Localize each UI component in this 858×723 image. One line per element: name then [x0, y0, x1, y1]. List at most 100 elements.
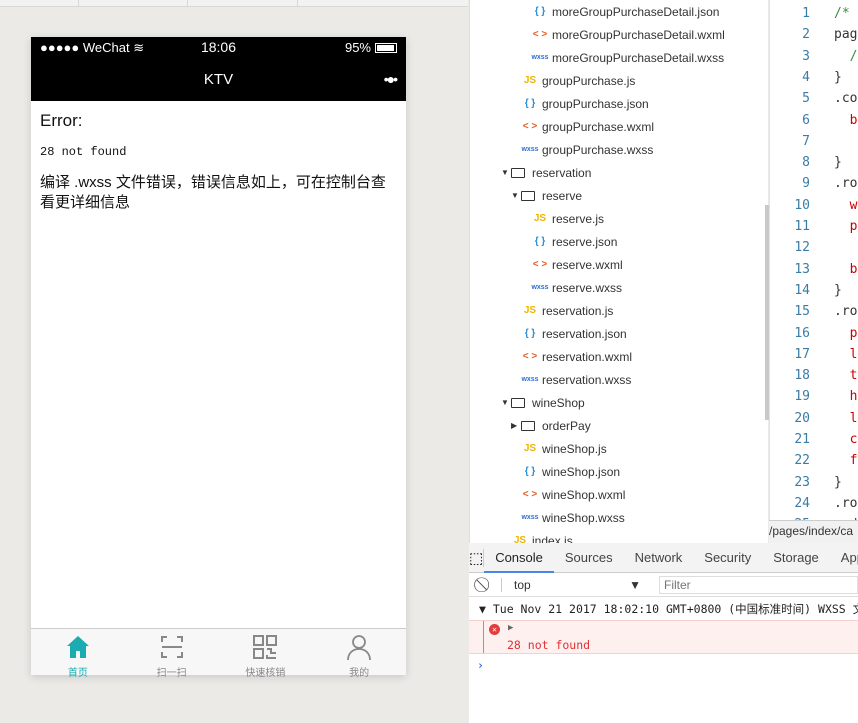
- folder-item[interactable]: ▼ reservation: [501, 161, 591, 184]
- page-title: KTV: [203, 71, 234, 88]
- tab-network[interactable]: Network: [624, 543, 694, 573]
- file-item[interactable]: wxss reservation.wxss: [520, 368, 631, 391]
- tab-label: 扫一扫: [156, 668, 187, 679]
- folder-item[interactable]: ▼ reserve: [511, 184, 582, 207]
- tab-appd[interactable]: AppD: [830, 543, 858, 573]
- code-line: to: [849, 368, 858, 384]
- tab-scan[interactable]: 扫一扫: [125, 629, 219, 679]
- file-item[interactable]: < > wineShop.wxml: [520, 483, 626, 506]
- line-number: 7: [802, 133, 810, 149]
- expand-arrow-icon[interactable]: ▶: [508, 623, 513, 633]
- console-filter-bar: ⃠ top ▼: [469, 573, 858, 597]
- code-line: .con: [834, 91, 858, 107]
- js-file-icon: JS: [523, 75, 537, 86]
- item-name: moreGroupPurchaseDetail.wxml: [552, 27, 725, 42]
- file-item[interactable]: { } moreGroupPurchaseDetail.json: [530, 0, 720, 23]
- code-line: he: [849, 389, 858, 405]
- item-name: reserve.wxss: [552, 280, 623, 295]
- code-editor[interactable]: 1 /* p 2 page 3 /* 4} 5 .con 6 ba 7 . 8} 9 .roo 10 wi…: [769, 0, 858, 543]
- clear-console-icon[interactable]: ⃠: [469, 576, 501, 593]
- top-toolbar-strip: [0, 0, 468, 7]
- code-line: }: [834, 155, 842, 171]
- file-item[interactable]: JS reserve.js: [530, 207, 604, 230]
- qrcode-icon: [251, 633, 279, 664]
- code-line: co: [849, 432, 858, 447]
- file-item[interactable]: wxss groupPurchase.wxss: [520, 138, 653, 161]
- file-item[interactable]: { } reserve.json: [530, 230, 618, 253]
- line-number: 10: [794, 197, 810, 213]
- battery-percent: 95%: [344, 40, 371, 55]
- home-icon: [64, 633, 92, 664]
- tab-bar: 首页 扫一扫 快速核销 我的: [31, 628, 406, 679]
- code-line: }: [834, 69, 842, 85]
- context-select[interactable]: top ▼: [501, 577, 651, 592]
- code-line: .roo: [834, 495, 858, 511]
- item-name: reserve.js: [552, 211, 605, 226]
- file-item[interactable]: < > reservation.wxml: [520, 345, 632, 368]
- context-value: top: [514, 577, 531, 592]
- inspect-icon[interactable]: ⬚: [469, 548, 485, 567]
- tab-storage[interactable]: Storage: [762, 543, 830, 573]
- user-icon: [345, 633, 373, 664]
- file-item[interactable]: { } reservation.json: [520, 322, 627, 345]
- line-number: 11: [794, 219, 810, 234]
- file-item[interactable]: < > groupPurchase.wxml: [520, 115, 654, 138]
- file-item[interactable]: wxss reserve.wxss: [530, 276, 622, 299]
- file-item[interactable]: JS wineShop.js: [520, 437, 607, 460]
- code-line: .: [834, 134, 858, 149]
- code-line: pa: [849, 219, 858, 234]
- file-item[interactable]: { } groupPurchase.json: [520, 92, 649, 115]
- console-group-header[interactable]: ▼ Tue Nov 21 2017 18:02:10 GMT+0800 (中国标…: [469, 597, 858, 617]
- file-item[interactable]: wxss wineShop.wxss: [520, 506, 624, 529]
- code-line: .roo: [834, 304, 858, 320]
- line-number: 18: [794, 368, 810, 384]
- file-item[interactable]: < > reserve.wxml: [530, 253, 623, 276]
- more-menu-button[interactable]: •●•: [384, 71, 398, 87]
- tab-security[interactable]: Security: [693, 543, 762, 573]
- folder-item[interactable]: ▶ orderPay: [511, 414, 591, 437]
- file-item[interactable]: JS groupPurchase.js: [520, 69, 636, 92]
- tab-qrcode[interactable]: 快速核销: [219, 629, 313, 679]
- line-number: 21: [794, 432, 810, 447]
- tab-user[interactable]: 我的: [312, 629, 406, 679]
- chevron-right-icon[interactable]: ▶: [511, 421, 521, 430]
- console-prompt[interactable]: ›: [469, 654, 858, 672]
- code-line: page: [834, 27, 858, 43]
- chevron-down-icon[interactable]: ▼: [501, 398, 511, 407]
- tab-sources[interactable]: Sources: [554, 543, 624, 573]
- item-name: reserve: [542, 188, 583, 203]
- wxss-file-icon: wxss: [521, 376, 539, 383]
- file-item[interactable]: JS reservation.js: [520, 299, 614, 322]
- wxss-file-icon: wxss: [531, 54, 549, 61]
- line-number: 20: [794, 410, 810, 426]
- line-number: 23: [794, 474, 810, 490]
- file-path-bar: /pages/index/ca: [769, 520, 858, 543]
- code-line: l: [834, 240, 858, 255]
- file-item[interactable]: { } wineShop.json: [520, 460, 620, 483]
- js-file-icon: JS: [523, 443, 537, 454]
- chevron-down-icon[interactable]: ▼: [511, 191, 521, 200]
- devtools-tabs: ⬚ Console Sources Network Security Storage Ap…: [469, 543, 858, 573]
- folder-open-icon: [511, 167, 525, 178]
- error-code: 28 not found: [40, 145, 127, 159]
- console-error-row[interactable]: ✕ ▶ 28 not found: [469, 620, 858, 654]
- line-number: 12: [794, 240, 810, 256]
- status-bar: ●●●●● WeChat ≋ 18:06 95%: [31, 37, 406, 59]
- item-name: wineShop.wxml: [542, 487, 626, 502]
- js-file-icon: JS: [533, 213, 547, 224]
- chevron-down-icon[interactable]: ▼: [501, 168, 511, 177]
- code-line: }: [834, 282, 842, 298]
- line-number: 13: [794, 261, 810, 277]
- wxss-file-icon: wxss: [531, 284, 549, 291]
- wxml-file-icon: < >: [532, 29, 548, 40]
- error-heading: Error:: [40, 111, 83, 130]
- tab-console[interactable]: Console: [484, 543, 554, 573]
- tab-label: 首页: [67, 668, 88, 679]
- file-item[interactable]: wxss moreGroupPurchaseDetail.wxss: [530, 46, 724, 69]
- filter-input[interactable]: [659, 575, 858, 594]
- file-item[interactable]: < > moreGroupPurchaseDetail.wxml: [530, 23, 725, 46]
- tab-home[interactable]: 首页: [31, 629, 125, 679]
- error-icon: ✕: [489, 624, 500, 635]
- file-item[interactable]: JS index.js: [510, 529, 573, 544]
- folder-item[interactable]: ▼ wineShop: [501, 391, 585, 414]
